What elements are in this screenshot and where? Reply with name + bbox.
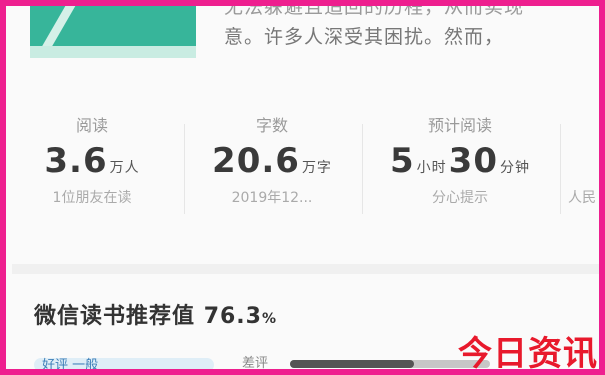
book-cover-image[interactable] <box>30 6 196 58</box>
stat-reading-time[interactable]: 预计阅读 5 小时30 分钟 分心提示 <box>370 114 550 210</box>
stat-readers-sub: 1位朋友在读 <box>52 190 132 206</box>
stat-word-count-value: 20.6 万字 <box>192 138 352 186</box>
stat-divider <box>362 124 363 214</box>
stat-word-count-number: 20.6 <box>212 141 300 181</box>
stat-readers-number: 3.6 <box>44 141 108 181</box>
stat-divider <box>560 124 561 214</box>
rating-bad-label: 差评 <box>242 356 269 371</box>
stat-readers[interactable]: 阅读 3.6 万人 1位朋友在读 <box>12 114 172 210</box>
stat-readers-label: 阅读 <box>75 116 108 135</box>
stat-publisher-sub: 人民 <box>568 190 596 206</box>
description-line-1: 无法躲避且追回的历程，从而实现 <box>224 6 525 18</box>
stat-readers-value: 3.6 万人 <box>12 138 172 186</box>
stat-publisher-label <box>568 114 599 138</box>
stat-word-count[interactable]: 字数 20.6 万字 2019年12... <box>192 114 352 210</box>
stat-readers-unit: 万人 <box>109 160 140 176</box>
stat-minutes-number: 30 <box>448 141 498 181</box>
stat-word-count-sub: 2019年12... <box>231 190 313 206</box>
stat-reading-time-sub: 分心提示 <box>432 190 488 206</box>
recommend-value: 76.3 <box>203 304 262 329</box>
description-line-2: 意。许多人深受其困扰。然而， <box>224 26 505 48</box>
stat-word-count-label: 字数 <box>255 116 288 135</box>
rating-chip[interactable]: 好评 一般 <box>34 358 214 369</box>
stat-divider <box>184 124 185 214</box>
stat-word-count-unit: 万字 <box>301 160 332 176</box>
section-divider <box>12 264 599 274</box>
stat-publisher[interactable]: 人民 <box>568 114 599 210</box>
rating-chip-label: 好评 一般 <box>42 358 99 373</box>
recommend-label: 微信读书推荐值 <box>34 304 196 329</box>
recommend-percent: % <box>261 311 277 327</box>
book-stats-row: 阅读 3.6 万人 1位朋友在读 字数 20.6 万字 2019年12... 预计阅… <box>12 114 599 234</box>
stat-reading-time-label: 预计阅读 <box>427 116 492 135</box>
stat-hours-number: 5 <box>390 141 415 181</box>
stat-publisher-value <box>568 138 599 186</box>
cover-decoration-band <box>30 46 196 58</box>
stat-reading-time-value: 5 小时30 分钟 <box>370 138 550 186</box>
rating-progress-fill <box>290 360 414 368</box>
watermark-logo: 今日资讯 <box>458 334 598 374</box>
book-description[interactable]: 无法躲避且追回的历程，从而实现 意。许多人深受其困扰。然而， <box>224 6 599 52</box>
recommend-score[interactable]: 微信读书推荐值 76.3% <box>34 298 277 330</box>
stat-hours-unit: 小时 <box>416 160 447 176</box>
app-frame: 无法躲避且追回的历程，从而实现 意。许多人深受其困扰。然而， 阅读 3.6 万人 … <box>0 0 605 375</box>
stat-minutes-unit: 分钟 <box>500 160 530 176</box>
